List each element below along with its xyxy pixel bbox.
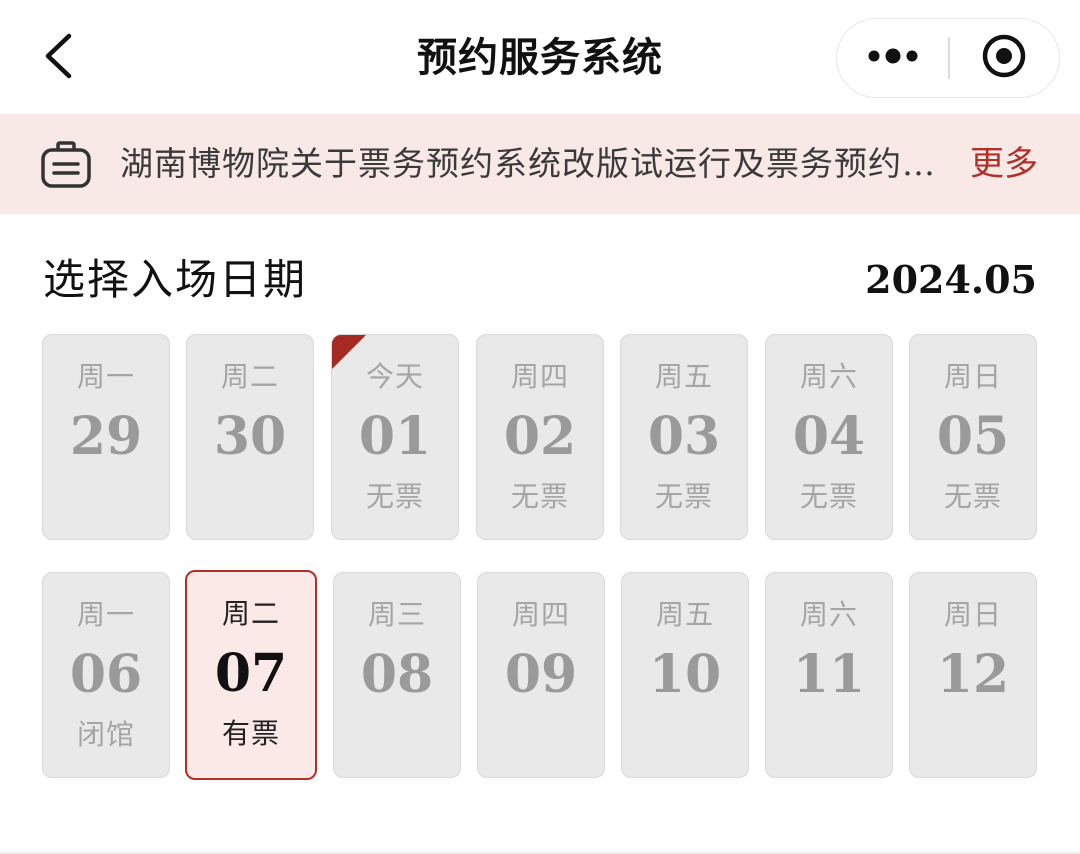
date-number: 12 xyxy=(936,644,1010,705)
date-number: 11 xyxy=(792,644,866,705)
date-ticket-status: 闭馆 xyxy=(76,718,135,751)
date-card-11[interactable]: 周六 11 xyxy=(765,572,893,778)
date-number: 05 xyxy=(936,406,1010,467)
date-ticket-status: 无票 xyxy=(510,480,569,513)
date-weekday: 周六 xyxy=(799,360,858,393)
close-miniprogram-button[interactable] xyxy=(949,19,1059,96)
notice-more-link[interactable]: 更多 xyxy=(970,114,1038,214)
date-weekday: 周四 xyxy=(511,598,570,631)
notice-bar: 湖南博物院关于票务预约系统改版试运行及票务预约… 更多 xyxy=(0,114,1080,214)
date-card-09[interactable]: 周四 09 xyxy=(477,572,605,778)
date-card-07[interactable]: 周二 07 有票 xyxy=(185,570,317,780)
date-number: 02 xyxy=(503,406,577,467)
target-close-icon xyxy=(981,33,1027,83)
miniprogram-capsule xyxy=(836,18,1060,98)
date-weekday: 周五 xyxy=(655,598,714,631)
date-weekday: 周二 xyxy=(220,360,279,393)
date-card-30[interactable]: 周二 30 xyxy=(186,334,314,540)
date-number: 30 xyxy=(213,406,287,467)
date-number: 04 xyxy=(792,406,866,467)
date-number: 01 xyxy=(358,406,432,467)
date-ticket-status: 无票 xyxy=(799,480,858,513)
date-number: 03 xyxy=(647,406,721,467)
date-weekday: 周日 xyxy=(943,598,1002,631)
date-card-12[interactable]: 周日 12 xyxy=(909,572,1037,778)
date-weekday: 周四 xyxy=(510,360,569,393)
date-card-01[interactable]: 今天 01 无票 xyxy=(331,334,459,540)
date-ticket-status: 无票 xyxy=(654,480,713,513)
date-card-29[interactable]: 周一 29 xyxy=(42,334,170,540)
date-card-06[interactable]: 周一 06 闭馆 xyxy=(42,572,170,778)
more-menu-button[interactable] xyxy=(837,19,949,96)
date-number: 09 xyxy=(504,644,578,705)
date-card-03[interactable]: 周五 03 无票 xyxy=(620,334,748,540)
date-ticket-status: 无票 xyxy=(943,480,1002,513)
month-label: 2024.05 xyxy=(865,257,1037,302)
date-weekday: 周五 xyxy=(654,360,713,393)
date-number: 10 xyxy=(648,644,722,705)
date-ticket-status: 有票 xyxy=(221,717,280,750)
date-weekday: 周一 xyxy=(76,360,135,393)
date-card-04[interactable]: 周六 04 无票 xyxy=(765,334,893,540)
date-number: 08 xyxy=(360,644,434,705)
date-weekday: 周日 xyxy=(943,360,1002,393)
section-title: 选择入场日期 xyxy=(43,255,308,304)
date-weekday: 周一 xyxy=(76,598,135,631)
date-number: 07 xyxy=(214,643,288,704)
date-card-02[interactable]: 周四 02 无票 xyxy=(476,334,604,540)
date-weekday: 周三 xyxy=(367,598,426,631)
date-number: 29 xyxy=(69,406,143,467)
date-card-05[interactable]: 周日 05 无票 xyxy=(909,334,1037,540)
top-navbar: 预约服务系统 xyxy=(0,0,1080,114)
date-ticket-status: 无票 xyxy=(365,480,424,513)
date-number: 06 xyxy=(69,644,143,705)
more-dots-icon xyxy=(867,48,919,68)
date-weekday: 今天 xyxy=(365,360,424,393)
date-weekday: 周六 xyxy=(799,598,858,631)
date-weekday: 周二 xyxy=(221,597,280,630)
date-card-08[interactable]: 周三 08 xyxy=(333,572,461,778)
date-card-10[interactable]: 周五 10 xyxy=(621,572,749,778)
notice-text[interactable]: 湖南博物院关于票务预约系统改版试运行及票务预约… xyxy=(120,114,940,214)
notice-board-icon xyxy=(40,140,92,190)
